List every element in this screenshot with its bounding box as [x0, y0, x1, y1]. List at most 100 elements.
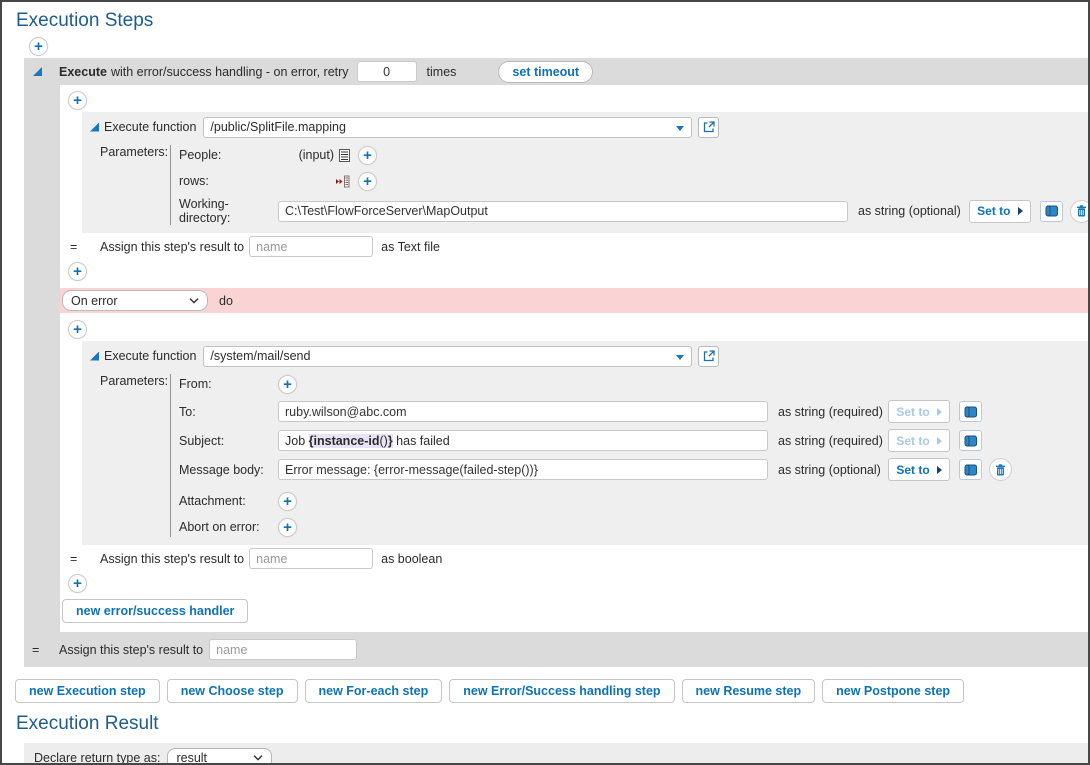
expression-icon [964, 435, 977, 447]
execute-header-text: with error/success handling - on error, … [111, 65, 349, 79]
add-parameter-value-button[interactable]: + [358, 146, 377, 165]
to-input[interactable] [278, 401, 768, 422]
param-type-label: as string (optional) [858, 204, 961, 218]
param-row-to: To: as string (required) Set to [179, 400, 1088, 423]
add-parameter-value-button[interactable]: + [278, 492, 297, 511]
plus-icon: + [283, 494, 292, 509]
equals-sign: = [32, 643, 59, 657]
function-path-combobox[interactable]: /system/mail/send [203, 346, 692, 367]
plus-icon: + [73, 576, 82, 591]
external-link-icon [703, 350, 715, 362]
assign-name-input[interactable] [249, 548, 373, 569]
add-inner-step-button[interactable]: + [68, 91, 87, 110]
error-handler-select[interactable]: On error [62, 290, 208, 311]
new-error-success-handling-step-button[interactable]: new Error/Success handling step [449, 679, 674, 703]
expression-icon [964, 406, 977, 418]
new-for-each-step-button[interactable]: new For-each step [305, 679, 443, 703]
working-directory-input[interactable] [278, 201, 848, 222]
add-parameter-value-button[interactable]: + [278, 518, 297, 537]
set-to-label: Set to [896, 434, 929, 448]
assign-name-input[interactable] [209, 639, 357, 660]
subject-text: has failed [393, 434, 450, 448]
stream-into-list-icon [335, 175, 350, 188]
input-annotation: (input) [299, 148, 334, 162]
execute-function-step-1: Execute function /public/SplitFile.mappi… [82, 112, 1088, 233]
execute-function-label: Execute function [104, 120, 196, 134]
add-parameter-value-button[interactable]: + [358, 172, 377, 191]
external-link-icon [703, 121, 715, 133]
edit-expression-button[interactable] [959, 401, 982, 422]
param-type-label: as string (required) [778, 434, 880, 448]
retry-count-input[interactable] [357, 61, 417, 82]
add-inner-step-button[interactable]: + [68, 262, 87, 281]
subject-input[interactable]: Job {instance-id()} has failed [278, 430, 768, 451]
param-row-abort-on-error: Abort on error: + [179, 517, 1088, 537]
param-row-people: People: (input) + [179, 145, 1090, 165]
times-label: times [427, 65, 457, 79]
plus-icon: + [363, 174, 372, 189]
subject-expression: () [380, 434, 388, 448]
set-to-button[interactable]: Set to [888, 458, 950, 481]
return-type-select[interactable]: result [167, 748, 272, 765]
subject-expression: {instance-id [309, 434, 380, 448]
add-step-button[interactable]: + [29, 37, 48, 56]
set-to-label: Set to [896, 463, 929, 477]
edit-expression-button[interactable] [959, 430, 982, 451]
do-label: do [219, 294, 233, 308]
function-path-combobox[interactable]: /public/SplitFile.mapping [203, 117, 692, 138]
expression-icon [964, 464, 977, 476]
param-row-from: From: + [179, 374, 1088, 394]
plus-icon: + [73, 93, 82, 108]
set-to-label: Set to [896, 405, 929, 419]
menu-arrow-icon [937, 408, 942, 416]
open-function-button[interactable] [698, 346, 719, 367]
dropdown-arrow-icon[interactable] [676, 355, 684, 360]
param-row-working-directory: Working-directory: as string (optional) … [179, 197, 1090, 225]
execution-result-row: Declare return type as: result [24, 743, 1088, 765]
new-execution-step-button[interactable]: new Execution step [15, 679, 160, 703]
plus-icon: + [363, 148, 372, 163]
subject-text: Job [285, 434, 309, 448]
chevron-down-icon [189, 298, 199, 304]
edit-expression-button[interactable] [1040, 201, 1063, 222]
dropdown-arrow-icon[interactable] [676, 126, 684, 131]
function-path-value: /system/mail/send [210, 349, 310, 363]
plus-icon: + [73, 264, 82, 279]
assign-type-label: as boolean [381, 552, 442, 566]
collapse-expander-icon[interactable] [90, 123, 99, 132]
add-handler-step-button[interactable]: + [68, 574, 87, 593]
param-name: Working-directory: [179, 197, 278, 225]
delete-parameter-button[interactable] [1070, 200, 1090, 223]
add-parameter-value-button[interactable]: + [278, 375, 297, 394]
list-value-icon [338, 149, 350, 162]
add-handler-step-button[interactable]: + [68, 320, 87, 339]
set-timeout-button[interactable]: set timeout [498, 61, 593, 83]
return-type-selected-value: result [176, 751, 207, 765]
menu-arrow-icon [1018, 207, 1023, 215]
open-function-button[interactable] [698, 117, 719, 138]
delete-parameter-button[interactable] [989, 458, 1012, 481]
execution-result-title: Execution Result [2, 703, 1088, 740]
set-to-button[interactable]: Set to [969, 200, 1031, 223]
assign-label: Assign this step's result to [100, 240, 244, 254]
execute-header-bold: Execute [59, 65, 107, 79]
parameters-label: Parameters: [90, 374, 170, 537]
error-handler-row: On error do [60, 288, 1088, 313]
edit-expression-button[interactable] [959, 459, 982, 480]
message-body-input[interactable] [278, 459, 768, 480]
assign-result-row-step2: = Assign this step's result to as boolea… [60, 545, 1088, 572]
collapse-expander-icon[interactable] [33, 67, 42, 76]
new-error-success-handler-button[interactable]: new error/success handler [62, 599, 248, 623]
param-name: Message body: [179, 463, 278, 477]
param-type-label: as string (optional) [778, 463, 880, 477]
assign-name-input[interactable] [249, 236, 373, 257]
param-row-message-body: Message body: as string (optional) Set t… [179, 458, 1088, 481]
collapse-expander-icon[interactable] [90, 352, 99, 361]
parameters-label: Parameters: [90, 145, 170, 225]
plus-icon: + [34, 39, 43, 54]
execute-function-step-2: Execute function /system/mail/send Param… [82, 341, 1088, 545]
new-resume-step-button[interactable]: new Resume step [682, 679, 816, 703]
return-type-label: Declare return type as: [34, 751, 160, 765]
new-choose-step-button[interactable]: new Choose step [167, 679, 298, 703]
new-postpone-step-button[interactable]: new Postpone step [822, 679, 964, 703]
